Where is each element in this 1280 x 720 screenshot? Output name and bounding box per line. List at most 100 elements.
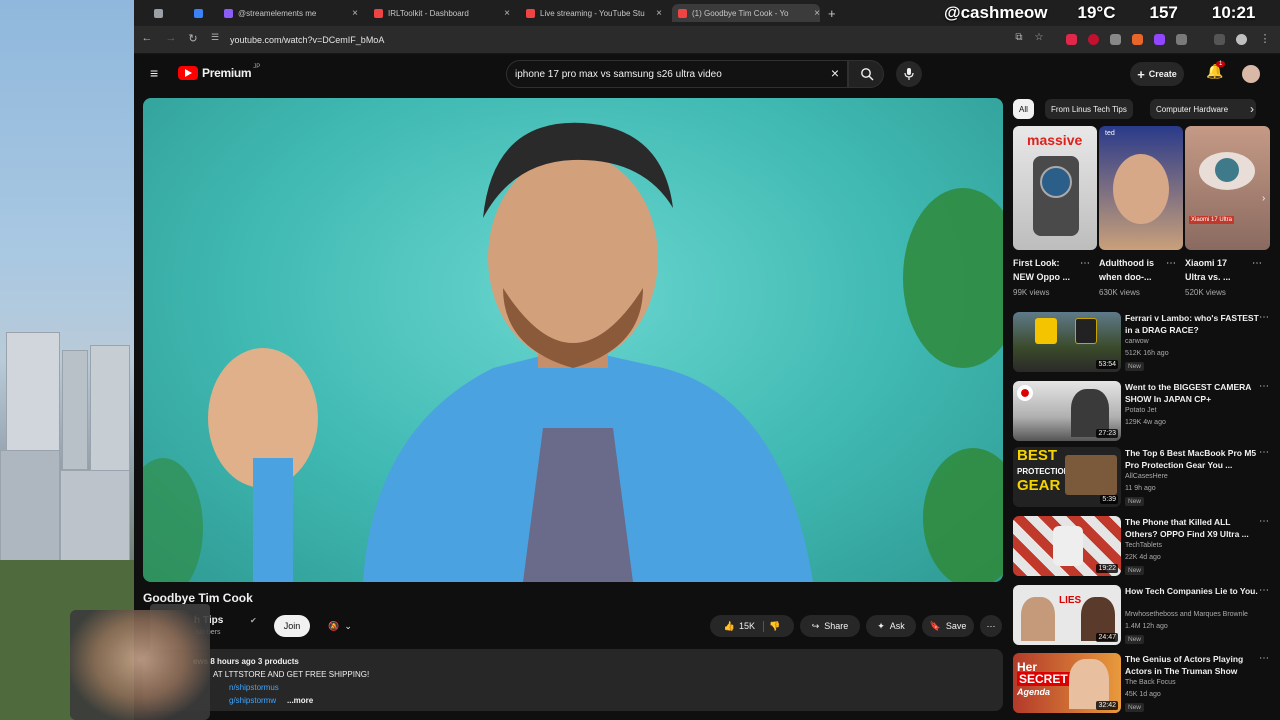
short-thumbnail[interactable]: ted	[1099, 126, 1183, 250]
recommendation-item[interactable]: 27:23 Went to the BIGGEST CAMERA SHOW In…	[1013, 381, 1280, 445]
show-more-link[interactable]: ...more	[287, 696, 313, 705]
video-duration: 32:42	[1096, 701, 1118, 710]
ask-label: Ask	[889, 621, 905, 631]
more-vert-icon[interactable]: ⋯	[1259, 516, 1269, 527]
description-box[interactable]: ews 8 hours ago 3 products AT LTTSTORE A…	[143, 649, 1003, 711]
install-icon[interactable]: ⧉	[1012, 32, 1026, 43]
video-player[interactable]	[143, 98, 1003, 582]
more-vert-icon[interactable]: ⋯	[1259, 447, 1269, 458]
short-title[interactable]: First Look:	[1013, 257, 1060, 270]
more-vert-icon[interactable]: ⋯	[1259, 653, 1269, 664]
short-views: 520K views	[1185, 288, 1226, 297]
clear-search-icon[interactable]: ×	[831, 65, 839, 81]
short-thumbnail[interactable]: Xiaomi 17 Ultra	[1185, 126, 1270, 250]
short-title[interactable]: Adulthood is	[1099, 257, 1154, 270]
chip-computer-hardware[interactable]: Computer Hardware	[1150, 99, 1256, 119]
tab-active-youtube[interactable]: (1) Goodbye Tim Cook - Yo ×	[672, 4, 820, 22]
like-button[interactable]: 👍 15K	[724, 620, 764, 632]
dislike-button[interactable]: 👎	[769, 621, 780, 632]
thumbnail-text: massive	[1027, 132, 1083, 148]
more-vert-icon[interactable]: ⋯	[1259, 312, 1269, 323]
tab-close-icon[interactable]: ×	[656, 8, 662, 19]
chip-linus-tech-tips[interactable]: From Linus Tech Tips	[1045, 99, 1133, 119]
short-title[interactable]: when doo-...	[1099, 271, 1152, 284]
more-vert-icon[interactable]: ⋯	[1259, 381, 1269, 392]
extension-icon[interactable]	[1154, 34, 1165, 45]
tab-close-icon[interactable]: ×	[504, 8, 510, 19]
extension-icon[interactable]	[1176, 34, 1187, 45]
new-badge: New	[1125, 703, 1145, 712]
description-link[interactable]: g/shipstormw	[229, 696, 276, 705]
site-info-icon[interactable]: ☰	[208, 32, 222, 43]
short-views: 630K views	[1099, 288, 1140, 297]
recommendation-item[interactable]: BEST PROTECTION GEAR 5:39 The Top 6 Best M…	[1013, 447, 1280, 511]
notifications-button[interactable]: 🔔 1	[1206, 61, 1226, 83]
tab-youtube-studio[interactable]: Live streaming - YouTube Stu ×	[526, 4, 662, 22]
thumbnail-text: ted	[1105, 130, 1115, 137]
hamburger-menu-icon[interactable]: ≡	[150, 65, 158, 81]
short-title[interactable]: Xiaomi 17	[1185, 257, 1227, 270]
profile-avatar-icon[interactable]	[1236, 34, 1247, 45]
more-vert-icon[interactable]: ⋯	[1080, 258, 1090, 269]
url-field[interactable]: youtube.com/watch?v=DCemIF_bMoA	[230, 32, 384, 48]
browser-menu-icon[interactable]: ⋮	[1258, 32, 1272, 45]
new-tab-button[interactable]: +	[828, 4, 842, 22]
recommendation-item[interactable]: 19:22 The Phone that Killed ALL Others? …	[1013, 516, 1280, 580]
share-button[interactable]: ↪ Share	[800, 615, 860, 637]
more-vert-icon[interactable]: ⋯	[1252, 258, 1262, 269]
recommendation-item[interactable]: LIES 24:47 How Tech Companies Lie to You…	[1013, 585, 1280, 649]
extension-icon[interactable]	[1110, 34, 1121, 45]
extension-icon[interactable]	[1132, 34, 1143, 45]
recommendation-thumbnail: 53:54	[1013, 312, 1121, 372]
bookmark-star-icon[interactable]: ☆	[1032, 32, 1046, 43]
overlay-count: 157	[1149, 3, 1178, 22]
create-button[interactable]: + Create	[1130, 62, 1184, 86]
new-badge: New	[1125, 497, 1145, 506]
search-box: ×	[506, 60, 848, 88]
recommendation-title: The Phone that Killed ALL Others? OPPO F…	[1125, 517, 1249, 539]
extension-icon[interactable]	[1088, 34, 1099, 45]
short-title[interactable]: Ultra vs. ...	[1185, 271, 1231, 284]
ask-button[interactable]: ✦ Ask	[866, 615, 916, 637]
create-label: Create	[1148, 69, 1177, 79]
account-avatar[interactable]	[1242, 65, 1260, 83]
tab-pinned-1[interactable]	[154, 4, 184, 22]
tab-close-icon[interactable]: ×	[814, 8, 820, 19]
recommendation-item[interactable]: 53:54 Ferrari v Lambo: who's FASTEST in …	[1013, 312, 1280, 376]
forward-arrow-icon[interactable]: →	[164, 32, 178, 44]
tab-pinned-2[interactable]	[194, 4, 214, 22]
logo-region: JP	[253, 64, 261, 70]
back-arrow-icon[interactable]: ←	[140, 32, 154, 44]
recommendation-channel: TechTablets	[1125, 542, 1162, 549]
short-title[interactable]: NEW Oppo ...	[1013, 271, 1070, 284]
more-actions-button[interactable]: ⋯	[980, 615, 1002, 637]
video-title: Goodbye Tim Cook	[143, 591, 253, 605]
tab-close-icon[interactable]: ×	[352, 8, 358, 19]
chip-all[interactable]: All	[1013, 99, 1034, 119]
short-thumbnail[interactable]: massive	[1013, 126, 1097, 250]
reload-icon[interactable]: ↻	[186, 32, 200, 45]
tab-irltoolkit[interactable]: IRLToolkit - Dashboard ×	[374, 4, 510, 22]
new-badge: New	[1125, 362, 1145, 371]
description-line: AT LTTSTORE AND GET FREE SHIPPING!	[213, 670, 370, 679]
youtube-premium-logo[interactable]: Premium JP	[178, 64, 261, 80]
search-input[interactable]	[515, 66, 815, 83]
recommendation-meta: 1.4M 12h ago	[1125, 623, 1168, 630]
subscription-bell-button[interactable]: 🔕 ⌄	[318, 615, 362, 637]
save-button[interactable]: 🔖 Save	[922, 615, 974, 637]
person-image	[1113, 154, 1169, 224]
search-button[interactable]	[848, 60, 884, 88]
more-vert-icon[interactable]: ⋯	[1259, 585, 1269, 596]
recommendation-item[interactable]: Her SECRET Agenda 32:42 The Genius of Acto…	[1013, 653, 1280, 717]
chevron-right-icon[interactable]: ›	[1250, 102, 1254, 116]
shorts-next-icon[interactable]: ›	[1262, 193, 1265, 204]
description-link[interactable]: n/shipstormus	[229, 683, 279, 692]
voice-search-button[interactable]	[896, 61, 922, 87]
video-duration: 19:22	[1096, 564, 1118, 573]
more-vert-icon[interactable]: ⋯	[1166, 258, 1176, 269]
join-button[interactable]: Join	[274, 615, 310, 637]
tab-streamelements[interactable]: @streamelements me ×	[224, 4, 358, 22]
extension-icon[interactable]	[1214, 34, 1225, 45]
extension-icon[interactable]	[1066, 34, 1077, 45]
tab-favicon	[678, 8, 687, 18]
